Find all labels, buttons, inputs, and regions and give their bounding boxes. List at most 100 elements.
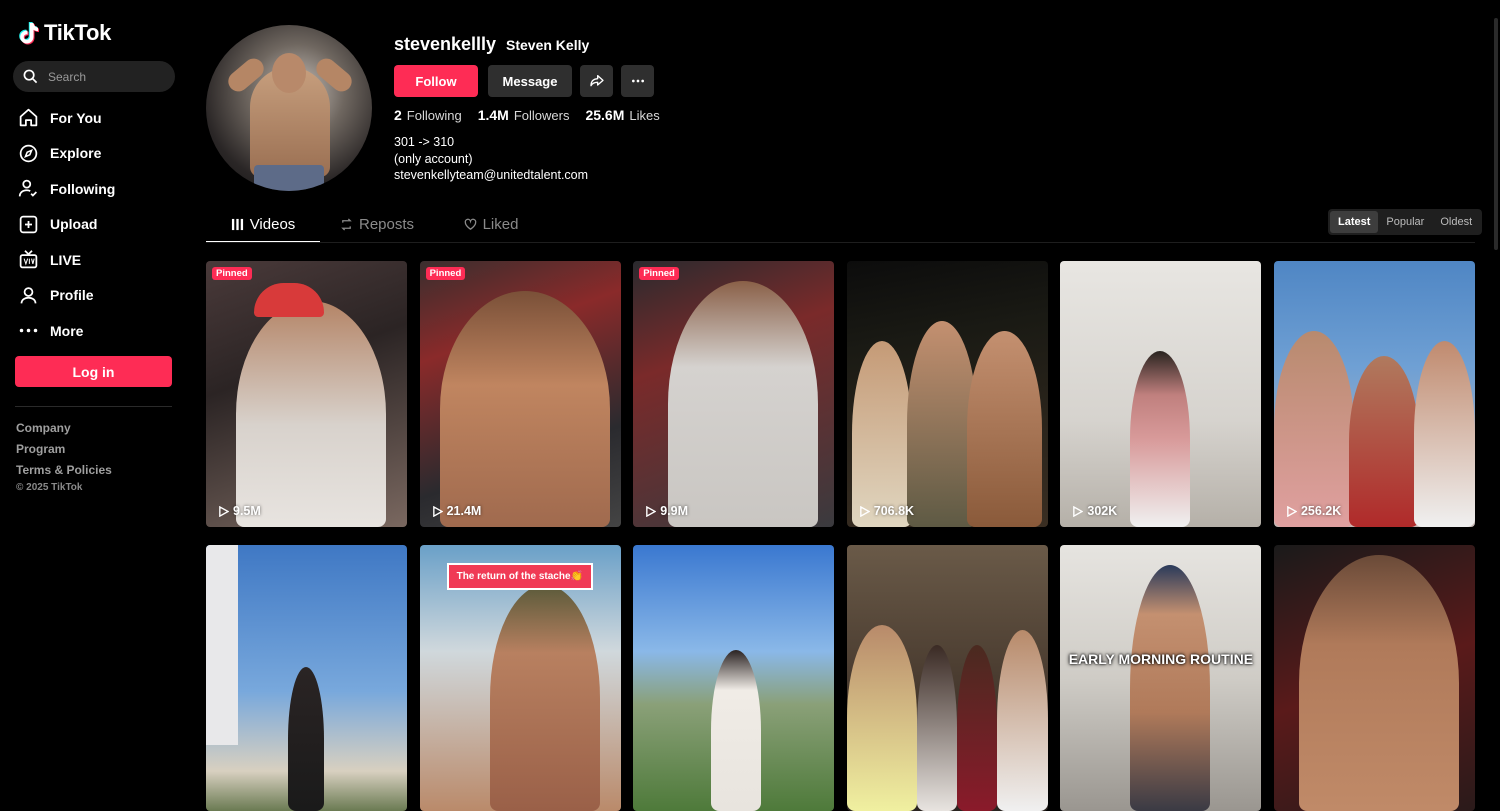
video-card[interactable] — [633, 545, 835, 811]
sort-popular[interactable]: Popular — [1378, 211, 1432, 233]
followers-stat[interactable]: 1.4M Followers — [478, 107, 570, 123]
video-thumbnail-figure — [1130, 565, 1211, 811]
view-count: 256.2K — [1286, 504, 1341, 518]
video-thumbnail-figure — [1348, 356, 1419, 527]
profile-avatar — [206, 25, 372, 191]
sidebar-item-upload[interactable]: Upload — [0, 207, 190, 243]
tab-reposts[interactable]: Reposts — [320, 207, 434, 241]
share-button[interactable] — [580, 65, 613, 97]
profile-nickname: Steven Kelly — [506, 37, 590, 53]
compass-icon — [19, 144, 38, 162]
pinned-badge: Pinned — [212, 267, 252, 280]
view-count-value: 256.2K — [1300, 504, 1342, 518]
followers-label: Followers — [513, 108, 570, 123]
sort-toggle: Latest Popular Oldest — [1328, 209, 1483, 235]
copyright: © 2025 TikTok — [16, 482, 83, 493]
sidebar: TikTok For You Explore Following Upload … — [0, 0, 190, 756]
footer-link-program[interactable]: Program — [16, 441, 112, 462]
view-count-value: 21.4M — [446, 504, 482, 518]
view-count: 302K — [1072, 504, 1117, 518]
logo-text: TikTok — [44, 20, 112, 45]
search-bar[interactable] — [13, 61, 175, 92]
video-card[interactable]: Pinned 9.5M — [206, 261, 407, 527]
tab-label: Liked — [482, 215, 519, 233]
profile-bio: 301 -> 310 (only account) stevenkellytea… — [394, 134, 588, 184]
view-count: 9.9M — [645, 504, 688, 518]
likes-count: 25.6M — [585, 107, 625, 123]
message-button[interactable]: Message — [488, 65, 572, 97]
followers-count: 1.4M — [477, 107, 509, 123]
bio-line: (only account) — [394, 151, 473, 166]
video-card[interactable]: 256.2K — [1273, 261, 1475, 527]
video-overlay-banner: The return of the stache👏 — [446, 563, 593, 590]
footer-link-terms[interactable]: Terms & Policies — [16, 462, 112, 483]
sidebar-item-label: More — [50, 322, 84, 339]
video-card[interactable] — [1273, 545, 1475, 811]
sidebar-item-label: Upload — [50, 216, 98, 233]
pinned-badge: Pinned — [639, 267, 679, 280]
view-count: 21.4M — [432, 504, 482, 518]
play-icon — [1287, 505, 1297, 517]
video-card[interactable]: EARLY MORNING ROUTINE — [1060, 545, 1262, 811]
video-grid: Pinned 9.5M Pinned 21.4M Pinned 9.9M 706… — [206, 261, 1476, 811]
video-card[interactable]: The return of the stache👏 — [419, 545, 621, 811]
search-input[interactable] — [46, 68, 170, 85]
tiktok-logo[interactable]: TikTok — [18, 20, 111, 46]
sort-latest[interactable]: Latest — [1330, 211, 1379, 233]
follow-button[interactable]: Follow — [394, 65, 478, 97]
view-count: 706.8K — [859, 504, 914, 518]
video-thumbnail-figure — [668, 281, 819, 527]
video-thumbnail-figure — [966, 331, 1042, 527]
sidebar-footer: Company Program Terms & Policies © 2025 … — [16, 420, 112, 493]
avatar-figure-head — [272, 53, 306, 93]
video-card[interactable]: 302K — [1060, 261, 1262, 527]
video-thumbnail-figure — [956, 645, 997, 811]
play-icon — [646, 505, 657, 517]
avatar-figure-jeans — [254, 165, 324, 191]
video-card[interactable] — [846, 545, 1048, 811]
video-card[interactable] — [206, 545, 407, 811]
pinned-badge: Pinned — [425, 267, 466, 280]
video-card[interactable]: Pinned 9.9M — [633, 261, 835, 527]
share-icon — [589, 75, 604, 87]
sidebar-item-label: Profile — [50, 287, 94, 304]
tab-videos[interactable]: Videos — [206, 207, 320, 243]
video-thumbnail-figure — [916, 645, 957, 811]
view-count-value: 9.5M — [233, 504, 261, 518]
play-icon — [219, 505, 229, 517]
profile-username: stevenkellly — [394, 34, 497, 54]
view-count-value: 706.8K — [873, 504, 915, 518]
following-stat[interactable]: 2 Following — [394, 107, 462, 123]
video-card[interactable]: 706.8K — [846, 261, 1048, 527]
sidebar-item-following[interactable]: Following — [0, 171, 190, 207]
tab-label: Reposts — [358, 215, 415, 233]
profile-tabs: Videos Reposts Liked — [206, 207, 548, 243]
video-thumbnail-figure — [851, 341, 912, 527]
view-count-value: 302K — [1087, 504, 1118, 518]
sidebar-item-live[interactable]: LIVE — [0, 242, 190, 278]
video-thumbnail-figure — [711, 650, 762, 811]
login-button[interactable]: Log in — [15, 356, 172, 387]
sidebar-item-label: Following — [50, 180, 116, 197]
video-thumbnail-cap — [254, 283, 324, 317]
sidebar-item-more[interactable]: More — [0, 313, 190, 349]
video-thumbnail-building — [206, 545, 238, 745]
heart-lock-icon — [464, 218, 476, 230]
video-thumbnail-figure — [489, 585, 600, 811]
sidebar-item-for-you[interactable]: For You — [0, 100, 190, 136]
page-scrollbar[interactable] — [1494, 18, 1498, 250]
profile-icon — [20, 286, 37, 304]
video-thumbnail-figure — [1130, 351, 1191, 527]
likes-stat: 25.6M Likes — [585, 107, 659, 123]
live-icon — [19, 250, 38, 269]
sidebar-item-explore[interactable]: Explore — [0, 136, 190, 172]
view-count-value: 9.9M — [660, 504, 688, 518]
footer-link-company[interactable]: Company — [16, 420, 112, 441]
more-options-button[interactable] — [621, 65, 654, 97]
sidebar-item-profile[interactable]: Profile — [0, 278, 190, 314]
tab-label: Videos — [249, 215, 296, 233]
tab-liked[interactable]: Liked — [434, 207, 548, 241]
sort-oldest[interactable]: Oldest — [1432, 211, 1480, 233]
video-thumbnail-figure — [846, 625, 917, 811]
video-card[interactable]: Pinned 21.4M — [419, 261, 621, 527]
